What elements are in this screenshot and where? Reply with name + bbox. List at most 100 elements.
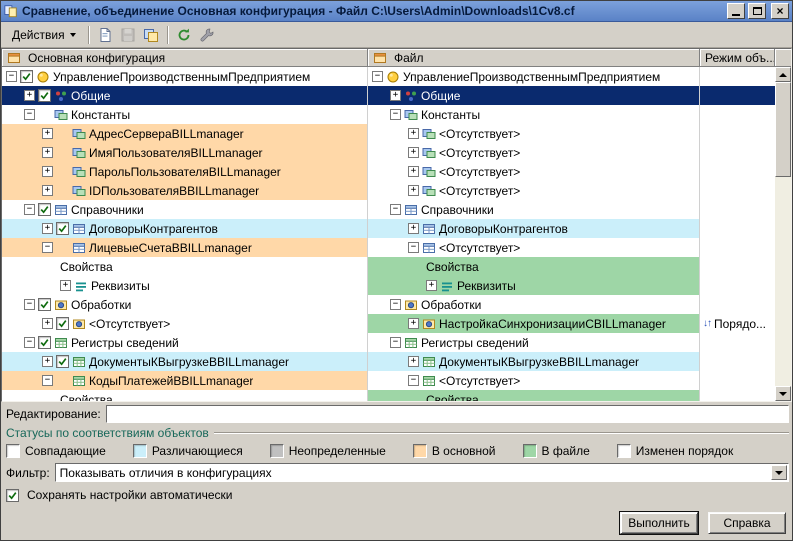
tree-row[interactable]: СвойстваСвойства bbox=[2, 257, 775, 276]
include-checkbox[interactable] bbox=[56, 222, 69, 235]
scroll-down-button[interactable] bbox=[775, 386, 791, 401]
tree-row[interactable]: +ДоговорыКонтрагентов+ДоговорыКонтрагент… bbox=[2, 219, 775, 238]
expand-toggle[interactable]: + bbox=[408, 223, 419, 234]
expand-toggle[interactable]: + bbox=[408, 147, 419, 158]
constants-icon bbox=[422, 146, 436, 160]
include-checkbox[interactable] bbox=[56, 355, 69, 368]
collapse-toggle[interactable]: − bbox=[42, 242, 53, 253]
scrollbar-thumb[interactable] bbox=[775, 82, 791, 177]
tree-row[interactable]: −Регистры сведений−Регистры сведений bbox=[2, 333, 775, 352]
service-icon[interactable] bbox=[196, 24, 219, 45]
attributes-icon bbox=[74, 279, 88, 293]
column-header-merge-mode[interactable]: Режим объ... bbox=[700, 49, 775, 67]
expand-toggle[interactable]: + bbox=[42, 128, 53, 139]
collapse-toggle[interactable]: − bbox=[408, 242, 419, 253]
merge-mode-cell: ↓↑Порядо... bbox=[700, 314, 775, 333]
autosave-checkbox[interactable] bbox=[6, 489, 19, 502]
titlebar[interactable]: Сравнение, объединение Основная конфигур… bbox=[1, 1, 792, 22]
expand-toggle[interactable]: + bbox=[408, 166, 419, 177]
expand-toggle[interactable]: + bbox=[42, 223, 53, 234]
scroll-up-button[interactable] bbox=[775, 67, 791, 82]
node-label: <Отсутствует> bbox=[439, 146, 520, 160]
editing-input[interactable] bbox=[106, 405, 789, 423]
tree-row[interactable]: −Константы−Константы bbox=[2, 105, 775, 124]
expand-toggle[interactable]: + bbox=[408, 185, 419, 196]
tree-row[interactable]: +ДокументыКВыгрузкеBBILLmanager+Документ… bbox=[2, 352, 775, 371]
expand-toggle[interactable]: + bbox=[42, 356, 53, 367]
combo-dropdown-button[interactable] bbox=[771, 465, 787, 480]
include-checkbox[interactable] bbox=[56, 317, 69, 330]
collapse-toggle[interactable]: − bbox=[372, 71, 383, 82]
collapse-toggle[interactable]: − bbox=[24, 299, 35, 310]
include-checkbox[interactable] bbox=[38, 298, 51, 311]
expand-toggle[interactable]: + bbox=[408, 356, 419, 367]
tree-row[interactable]: +ПарольПользователяBILLmanager+<Отсутств… bbox=[2, 162, 775, 181]
expand-toggle[interactable]: + bbox=[390, 90, 401, 101]
tree-row[interactable]: +АдресСервераBILLmanager+<Отсутствует> bbox=[2, 124, 775, 143]
help-button[interactable]: Справка bbox=[708, 512, 786, 534]
merge-mode-cell bbox=[700, 352, 775, 371]
merge-settings-icon[interactable] bbox=[140, 24, 163, 45]
expand-toggle[interactable]: + bbox=[426, 280, 437, 291]
collapse-toggle[interactable]: − bbox=[390, 109, 401, 120]
refresh-icon[interactable] bbox=[173, 24, 196, 45]
filter-combobox[interactable]: Показывать отличия в конфигурациях bbox=[55, 463, 789, 482]
include-checkbox[interactable] bbox=[38, 336, 51, 349]
expand-toggle[interactable]: + bbox=[42, 185, 53, 196]
tree-row[interactable]: −Справочники−Справочники bbox=[2, 200, 775, 219]
save-icon[interactable] bbox=[117, 24, 140, 45]
collapse-toggle[interactable]: − bbox=[408, 375, 419, 386]
autosave-option[interactable]: Сохранять настройки автоматически bbox=[1, 486, 792, 504]
expand-toggle[interactable]: + bbox=[408, 128, 419, 139]
inforegister-icon bbox=[422, 355, 436, 369]
collapse-toggle[interactable]: − bbox=[24, 204, 35, 215]
expand-toggle[interactable]: + bbox=[60, 280, 71, 291]
collapse-toggle[interactable]: − bbox=[24, 109, 35, 120]
tree-row[interactable]: −УправлениеПроизводственнымПредприятием−… bbox=[2, 67, 775, 86]
tree-row[interactable]: +<Отсутствует>+НастройкаСинхронизацииСBI… bbox=[2, 314, 775, 333]
merge-mode-cell bbox=[700, 124, 775, 143]
status-legend-item: В файле bbox=[523, 444, 590, 458]
collapse-toggle[interactable]: − bbox=[42, 375, 53, 386]
actions-menu-button[interactable]: Действия bbox=[4, 24, 84, 46]
vertical-scrollbar[interactable] bbox=[775, 67, 791, 401]
close-button[interactable]: × bbox=[771, 3, 789, 19]
collapse-toggle[interactable]: − bbox=[390, 337, 401, 348]
tree-row[interactable]: +Реквизиты+Реквизиты bbox=[2, 276, 775, 295]
tree-row[interactable]: −КодыПлатежейBBILLmanager−<Отсутствует> bbox=[2, 371, 775, 390]
collapse-toggle[interactable]: − bbox=[24, 337, 35, 348]
expand-toggle[interactable]: + bbox=[42, 147, 53, 158]
dataprocessor-icon bbox=[72, 317, 86, 331]
status-label: Различающиеся bbox=[152, 444, 243, 458]
collapse-toggle[interactable]: − bbox=[6, 71, 17, 82]
scrollbar-track[interactable] bbox=[775, 82, 791, 386]
include-checkbox[interactable] bbox=[38, 203, 51, 216]
main-config-cell: −Регистры сведений bbox=[2, 333, 368, 352]
expand-toggle[interactable]: + bbox=[42, 318, 53, 329]
tree-row[interactable]: +ИмяПользователяBILLmanager+<Отсутствует… bbox=[2, 143, 775, 162]
constants-icon bbox=[72, 184, 86, 198]
merge-mode-cell bbox=[700, 390, 775, 401]
tree-row[interactable]: −Обработки−Обработки bbox=[2, 295, 775, 314]
expand-toggle[interactable]: + bbox=[24, 90, 35, 101]
tree-row[interactable]: +Общие+Общие bbox=[2, 86, 775, 105]
dropdown-caret-icon bbox=[70, 33, 76, 37]
new-document-icon[interactable] bbox=[94, 24, 117, 45]
node-label: ПарольПользователяBILLmanager bbox=[89, 165, 281, 179]
maximize-button[interactable] bbox=[748, 3, 766, 19]
tree-row[interactable]: СвойстваСвойства bbox=[2, 390, 775, 401]
execute-button[interactable]: Выполнить bbox=[620, 512, 698, 534]
minimize-button[interactable] bbox=[727, 3, 745, 19]
include-checkbox[interactable] bbox=[38, 89, 51, 102]
collapse-toggle[interactable]: − bbox=[390, 299, 401, 310]
status-legend-item: Совпадающие bbox=[6, 444, 106, 458]
collapse-toggle[interactable]: − bbox=[390, 204, 401, 215]
tree-row[interactable]: −ЛицевыеСчетаBBILLmanager−<Отсутствует> bbox=[2, 238, 775, 257]
include-checkbox[interactable] bbox=[20, 70, 33, 83]
column-header-main-config[interactable]: Основная конфигурация bbox=[2, 49, 368, 67]
main-config-cell: −Справочники bbox=[2, 200, 368, 219]
tree-row[interactable]: +IDПользователяBBILLmanager+<Отсутствует… bbox=[2, 181, 775, 200]
column-header-file[interactable]: Файл bbox=[368, 49, 700, 67]
expand-toggle[interactable]: + bbox=[42, 166, 53, 177]
expand-toggle[interactable]: + bbox=[408, 318, 419, 329]
